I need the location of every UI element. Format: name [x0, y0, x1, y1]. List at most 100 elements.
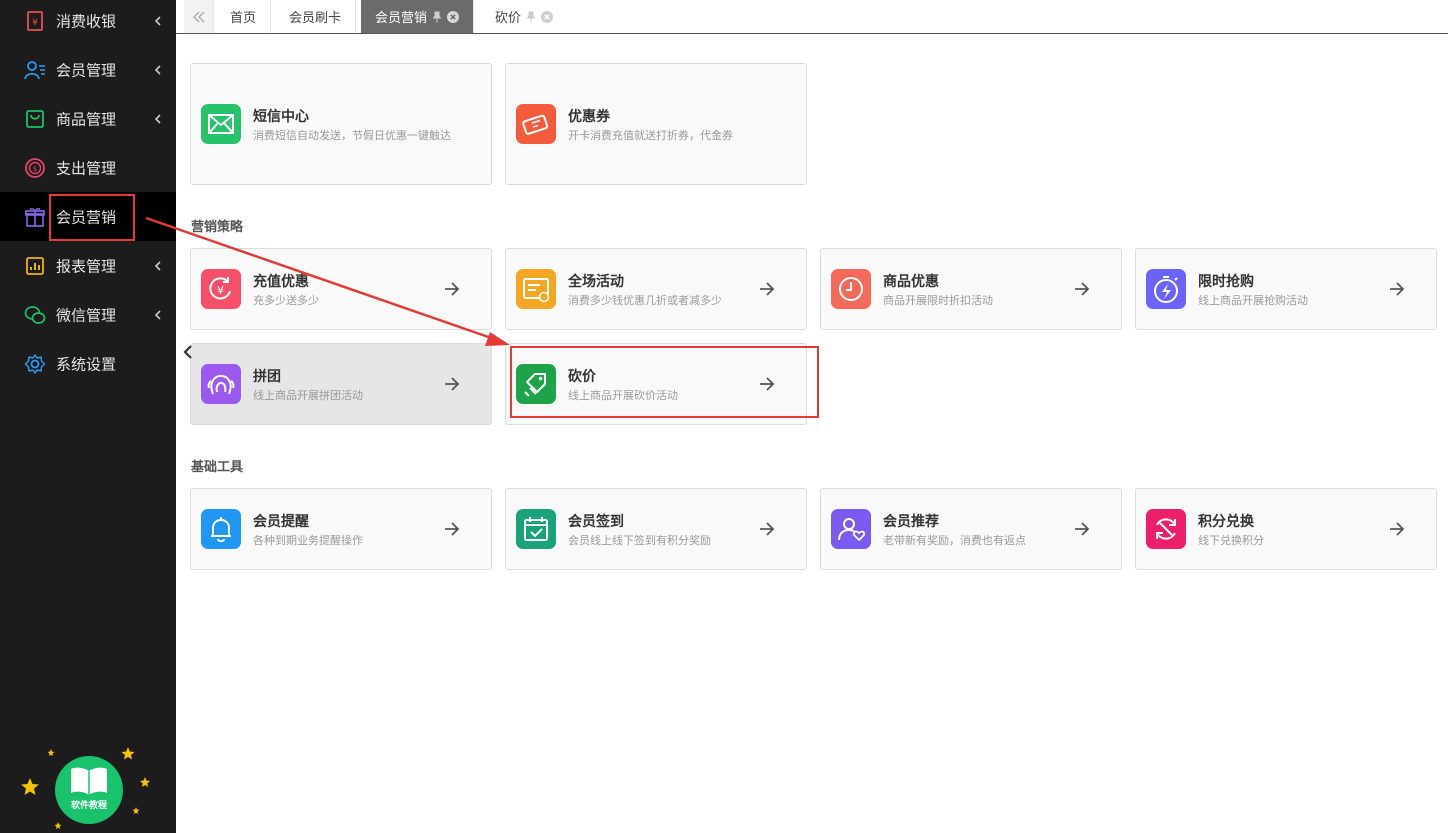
- cashier-icon: ¥: [27, 10, 43, 31]
- card-desc: 会员线上线下签到有积分奖励: [568, 535, 711, 547]
- card-title: 会员提醒: [253, 513, 309, 529]
- sidebar: ¥ 消费收银 会员管理 商品管理 $ 支出管理 会员营销 报表管理 微信管理 系…: [0, 0, 176, 833]
- card-desc: 线下兑换积分: [1198, 535, 1264, 547]
- card-desc: 消费多少钱优惠几折或者减多少: [568, 295, 722, 307]
- arrow-right-icon: [1075, 282, 1090, 296]
- card-title: 会员推荐: [883, 513, 939, 529]
- storewide-icon: [516, 269, 556, 309]
- card-points-exchange[interactable]: 积分兑换 线下兑换积分: [1135, 488, 1437, 570]
- bell-icon: [201, 509, 241, 549]
- double-chevron-left-icon: [193, 11, 205, 23]
- tutorial-button[interactable]: 软件教程: [55, 756, 123, 824]
- sidebar-collapse-chevron-icon[interactable]: [178, 340, 198, 364]
- svg-text:¥: ¥: [217, 284, 224, 297]
- card-member-reminder[interactable]: 会员提醒 各种到期业务提醒操作: [190, 488, 492, 570]
- main-content: 短信中心 消费短信自动发送，节假日优惠一键触达 优惠券 开卡消费充值就送打折券，…: [176, 34, 1448, 833]
- chevron-left-icon: [154, 113, 161, 124]
- sidebar-item-label: 商品管理: [56, 111, 117, 128]
- sidebar-item-settings[interactable]: 系统设置: [0, 339, 176, 388]
- sidebar-item-marketing[interactable]: 会员营销: [0, 192, 176, 241]
- sidebar-item-goods[interactable]: 商品管理: [0, 94, 176, 143]
- wechat-icon: [24, 305, 46, 324]
- gear-icon: [24, 353, 46, 374]
- section-title-strategy: 营销策略: [191, 219, 244, 234]
- tab-label: 首页: [230, 10, 257, 25]
- chevron-left-icon: [154, 15, 161, 26]
- points-exchange-icon: [1146, 509, 1186, 549]
- card-member-referral[interactable]: 会员推荐 老带新有奖励，消费也有返点: [820, 488, 1122, 570]
- referral-icon: [831, 509, 871, 549]
- tab-home[interactable]: 首页: [216, 0, 272, 33]
- book-icon: [71, 767, 107, 795]
- group-buy-icon: [201, 364, 241, 404]
- card-member-checkin[interactable]: 会员签到 会员线上线下签到有积分奖励: [505, 488, 807, 570]
- sidebar-item-cashier[interactable]: ¥ 消费收银: [0, 0, 176, 45]
- arrow-right-icon: [1390, 522, 1405, 536]
- svg-text:$: $: [33, 165, 37, 173]
- tutorial-label: 软件教程: [70, 800, 107, 810]
- tab-member-card[interactable]: 会员刷卡: [275, 0, 357, 33]
- flash-sale-icon: [1146, 269, 1186, 309]
- chevron-left-icon: [154, 64, 161, 75]
- card-desc: 消费短信自动发送，节假日优惠一键触达: [253, 130, 451, 142]
- sidebar-item-label: 会员营销: [56, 209, 117, 226]
- tab-member-marketing[interactable]: 会员营销: [361, 0, 475, 33]
- card-sms-center[interactable]: 短信中心 消费短信自动发送，节假日优惠一键触达: [190, 63, 492, 185]
- tab-bargain[interactable]: 砍价: [481, 0, 567, 33]
- card-title: 商品优惠: [883, 273, 939, 289]
- arrow-right-icon: [445, 522, 460, 536]
- card-coupon[interactable]: 优惠券 开卡消费充值就送打折券，代金券: [505, 63, 807, 185]
- expense-icon: $: [25, 157, 45, 178]
- arrow-right-icon: [445, 377, 460, 391]
- sidebar-item-label: 系统设置: [56, 356, 117, 373]
- arrow-right-icon: [445, 282, 460, 296]
- bargain-icon: [516, 364, 556, 404]
- sidebar-item-label: 消费收银: [56, 13, 117, 30]
- pin-icon[interactable]: [433, 11, 442, 23]
- card-desc: 线上商品开展拼团活动: [253, 390, 363, 402]
- goods-icon: [26, 109, 44, 128]
- card-desc: 充多少送多少: [253, 295, 319, 307]
- card-flash-sale[interactable]: 限时抢购 线上商品开展抢购活动: [1135, 248, 1437, 330]
- members-icon: [24, 60, 45, 79]
- card-desc: 线上商品开展抢购活动: [1198, 295, 1308, 307]
- card-desc: 商品开展限时折扣活动: [883, 295, 993, 307]
- arrow-right-icon: [760, 377, 775, 391]
- report-icon: [26, 256, 44, 275]
- card-storewide-event[interactable]: 全场活动 消费多少钱优惠几折或者减多少: [505, 248, 807, 330]
- card-desc: 线上商品开展砍价活动: [568, 390, 678, 402]
- sidebar-item-label: 会员管理: [56, 62, 117, 79]
- arrow-right-icon: [760, 282, 775, 296]
- card-title: 限时抢购: [1198, 273, 1254, 289]
- recharge-icon: ¥: [201, 269, 241, 309]
- card-group-buy[interactable]: 拼团 线上商品开展拼团活动: [190, 343, 492, 425]
- close-icon[interactable]: [447, 10, 460, 23]
- card-title: 砍价: [568, 368, 596, 384]
- tutorial-badge[interactable]: 软件教程: [18, 745, 158, 833]
- sidebar-item-expense[interactable]: $ 支出管理: [0, 143, 176, 192]
- card-title: 优惠券: [568, 108, 610, 124]
- card-desc: 老带新有奖励，消费也有返点: [883, 535, 1026, 547]
- gift-icon: [25, 207, 45, 227]
- chevron-left-icon: [154, 260, 161, 271]
- card-title: 会员签到: [568, 513, 624, 529]
- sidebar-item-reports[interactable]: 报表管理: [0, 241, 176, 290]
- arrow-right-icon: [1390, 282, 1405, 296]
- sidebar-item-members[interactable]: 会员管理: [0, 45, 176, 94]
- tabs-scroll-left-button[interactable]: [184, 0, 214, 33]
- sidebar-item-wechat[interactable]: 微信管理: [0, 290, 176, 339]
- card-title: 充值优惠: [253, 273, 309, 289]
- chevron-left-icon: [154, 309, 161, 320]
- tab-label: 砍价: [495, 10, 522, 25]
- pin-icon[interactable]: [527, 11, 536, 23]
- card-title: 积分兑换: [1198, 513, 1254, 529]
- card-product-discount[interactable]: 商品优惠 商品开展限时折扣活动: [820, 248, 1122, 330]
- close-icon[interactable]: [541, 10, 554, 23]
- coupon-icon: [516, 104, 556, 144]
- arrow-right-icon: [1075, 522, 1090, 536]
- card-bargain[interactable]: 砍价 线上商品开展砍价活动: [505, 343, 807, 425]
- card-recharge-discount[interactable]: ¥ 充值优惠 充多少送多少: [190, 248, 492, 330]
- arrow-right-icon: [760, 522, 775, 536]
- tab-label: 会员刷卡: [289, 10, 342, 25]
- card-title: 全场活动: [568, 273, 624, 289]
